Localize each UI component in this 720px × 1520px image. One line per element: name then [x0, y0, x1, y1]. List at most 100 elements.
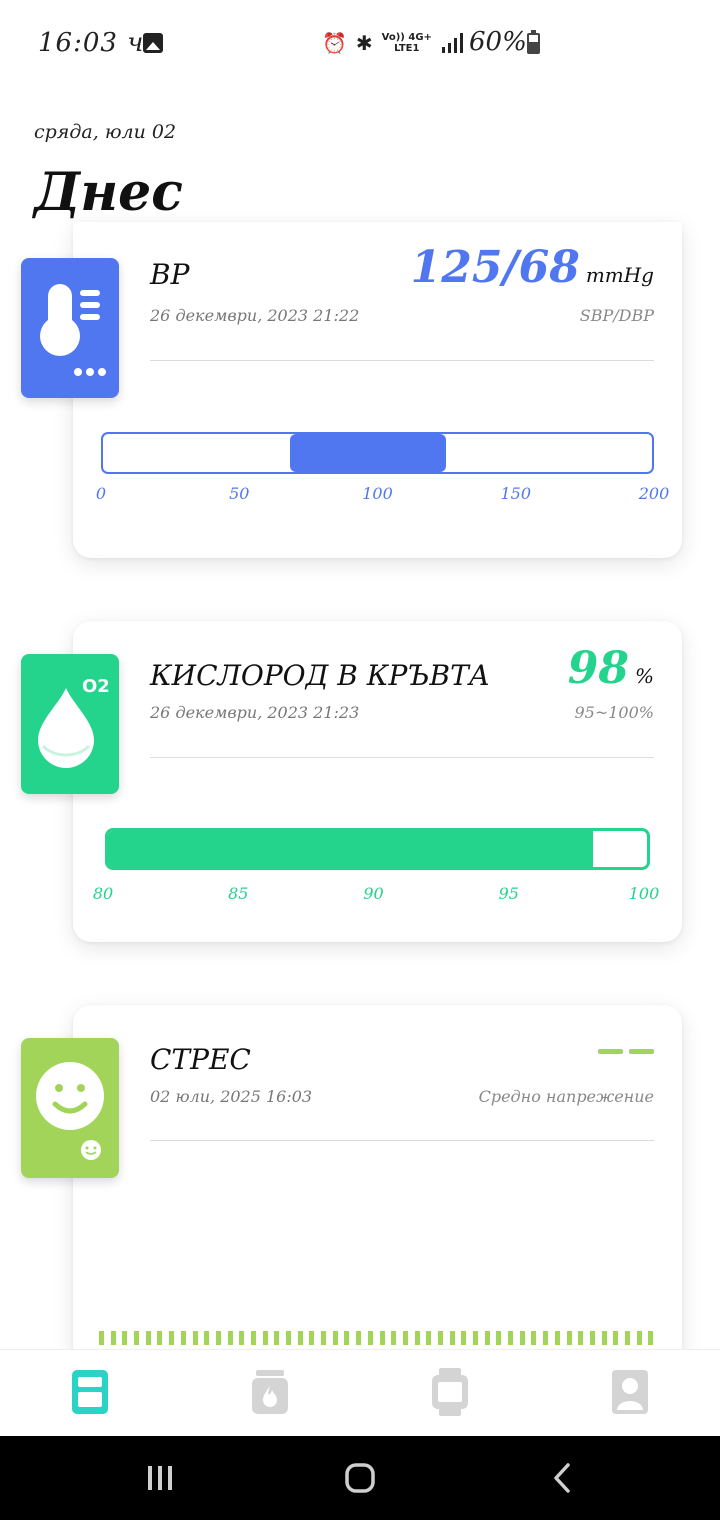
dashboard-icon	[72, 1370, 108, 1414]
stress-bar	[391, 1331, 397, 1345]
o2-card[interactable]: КИСЛОРОД В КРЪВТА 26 декември, 2023 21:2…	[73, 621, 682, 942]
stress-bar	[496, 1331, 502, 1345]
bottom-navigation	[0, 1349, 720, 1436]
bp-value-caption: SBP/DBP	[579, 306, 654, 325]
signal-icon	[441, 33, 463, 53]
stress-bar	[589, 1331, 595, 1345]
nav-device-button[interactable]	[430, 1368, 470, 1416]
o2-value: 98	[567, 643, 629, 694]
stress-bar	[274, 1331, 280, 1345]
thermometer-icon	[40, 284, 106, 376]
status-icons: ⏰ ✱ Vo)) 4G+ LTE1	[322, 29, 463, 57]
stress-bar	[192, 1331, 198, 1345]
bp-unit: mmHg	[585, 263, 654, 287]
bp-value-group: 125/68 mmHg	[411, 242, 654, 293]
bp-tick-label: 50	[229, 484, 250, 503]
o2-tick-label: 80	[92, 884, 114, 903]
stress-bar	[215, 1331, 221, 1345]
stress-bar	[157, 1331, 163, 1345]
stress-bar	[239, 1331, 245, 1345]
stress-bar	[531, 1331, 537, 1345]
bp-range-bar	[101, 432, 654, 474]
stress-bar	[227, 1331, 233, 1345]
stress-bar	[309, 1331, 315, 1345]
stress-bar	[508, 1331, 514, 1345]
o2-title: КИСЛОРОД В КРЪВТА	[150, 659, 490, 692]
stress-bar	[613, 1331, 619, 1345]
o2-tick-label: 90	[363, 884, 384, 903]
bluetooth-icon: ✱	[355, 31, 373, 55]
stress-bar	[543, 1331, 549, 1345]
stress-card[interactable]: СТРЕС 02 юли, 2025 16:03 -- Средно напре…	[73, 1005, 682, 1385]
watch-icon	[432, 1368, 468, 1416]
o2-tick-labels: 80 85 90 95 100	[93, 884, 659, 906]
stress-bars	[99, 1331, 654, 1345]
stress-bar	[601, 1331, 607, 1345]
stress-bar	[321, 1331, 327, 1345]
system-navigation-bar	[0, 1436, 720, 1520]
bp-tile[interactable]	[21, 258, 119, 398]
bp-range-fill	[289, 434, 447, 472]
status-time: 16:03 ч.	[38, 28, 154, 58]
stress-bar	[402, 1331, 408, 1345]
back-button[interactable]	[543, 1458, 583, 1498]
o2-tile[interactable]: O2	[21, 654, 119, 794]
alarm-icon: ⏰	[322, 31, 347, 55]
stress-value-caption: Средно напрежение	[478, 1087, 654, 1106]
stress-bar	[414, 1331, 420, 1345]
network-type-icon: Vo)) 4G+ LTE1	[381, 32, 432, 54]
page-title: Днес	[34, 162, 183, 223]
stress-bar	[519, 1331, 525, 1345]
recent-apps-icon	[148, 1466, 172, 1490]
smiley-face-icon	[36, 1062, 104, 1160]
o2-value-group: 98%	[568, 643, 654, 694]
current-date: сряда, юли 02	[34, 121, 177, 143]
o2-level-fill	[108, 831, 594, 867]
stress-bar	[134, 1331, 140, 1345]
stress-bar	[367, 1331, 373, 1345]
bp-value: 125/68	[410, 242, 580, 293]
stress-bar	[449, 1331, 455, 1345]
stress-title: СТРЕС	[150, 1043, 251, 1076]
stress-bar	[461, 1331, 467, 1345]
bp-card[interactable]: BP 26 декември, 2023 21:22 125/68 mmHg SB…	[73, 222, 682, 558]
stress-bar	[344, 1331, 350, 1345]
stress-divider	[150, 1140, 654, 1141]
bp-tick-label: 0	[95, 484, 107, 503]
stress-bar	[566, 1331, 572, 1345]
stress-tile[interactable]	[21, 1038, 119, 1178]
stress-bar	[286, 1331, 291, 1345]
recent-apps-button[interactable]	[140, 1458, 180, 1498]
stress-bar	[554, 1331, 560, 1345]
o2-tick-label: 85	[228, 884, 249, 903]
stress-bar	[473, 1331, 478, 1345]
o2-value-caption: 95~100%	[574, 703, 654, 722]
stress-bar	[437, 1331, 443, 1345]
stress-bar	[99, 1331, 104, 1345]
bp-tick-label: 150	[500, 484, 532, 503]
battery-icon	[527, 30, 540, 54]
bp-tick-label: 200	[638, 484, 670, 503]
stress-bar	[250, 1331, 256, 1345]
stress-bar	[356, 1331, 362, 1345]
stress-bar	[297, 1331, 303, 1345]
o2-timestamp: 26 декември, 2023 21:23	[150, 703, 360, 722]
nav-workout-button[interactable]	[250, 1368, 290, 1416]
o2-tick-label: 100	[628, 884, 660, 903]
stress-bar	[262, 1331, 268, 1345]
stress-value: --	[598, 1049, 654, 1054]
bp-tick-label: 100	[362, 484, 393, 503]
home-icon	[345, 1463, 375, 1493]
stress-bar	[122, 1331, 128, 1345]
bp-divider	[150, 360, 654, 361]
home-button[interactable]	[340, 1458, 380, 1498]
nav-profile-button[interactable]	[610, 1368, 650, 1416]
stress-bar	[180, 1331, 186, 1345]
bp-title: BP	[150, 258, 190, 291]
stress-bar	[426, 1331, 432, 1345]
workout-icon	[252, 1370, 288, 1414]
bp-tick-labels: 0 50 100 150 200	[96, 484, 669, 506]
nav-dashboard-button[interactable]	[70, 1368, 110, 1416]
battery-percent: 60%	[469, 27, 527, 57]
blood-drop-icon	[38, 688, 94, 768]
